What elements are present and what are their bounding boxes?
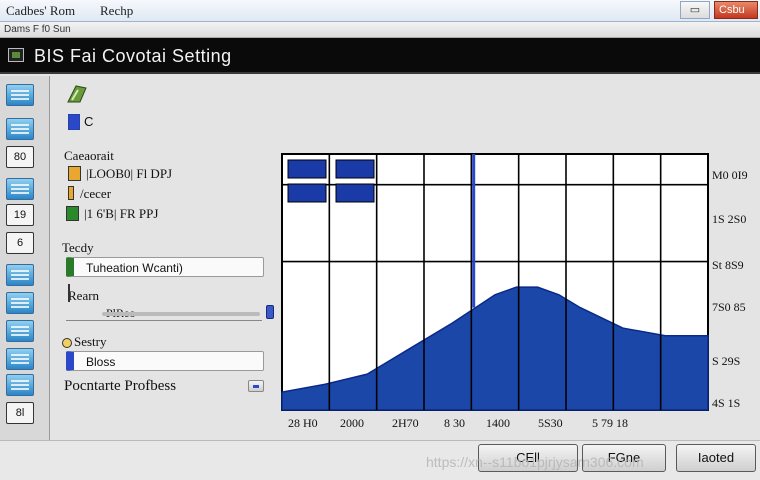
sidebar-monitor-icon[interactable] — [6, 320, 34, 342]
y-tick-label: S 29S — [712, 354, 741, 368]
outer-title-bar: Cadbes' Rom Rechp ▭ Csbu — [0, 0, 760, 22]
sestry-field[interactable]: Bloss — [66, 351, 264, 371]
chart-plot — [281, 153, 709, 411]
x-tick-label: 28 H0 — [288, 416, 318, 430]
sidebar-item-8l[interactable]: 8l — [6, 402, 34, 424]
option-marker — [68, 186, 74, 200]
x-tick-label: 5S30 — [538, 416, 563, 430]
section-label-tecdy: Tecdy — [62, 240, 94, 255]
settings-panel: C Caeaorait |LOOB0| Fl DPJ /cecer |1 6'B… — [52, 76, 278, 440]
y-tick-label: 4S 1S — [712, 396, 741, 410]
sidebar-item-80[interactable]: 80 — [6, 146, 34, 168]
chart: M0 0I9 1S 2S0 St 8S9 7S0 85 S 29S 4S 1S 28 H0… — [280, 150, 760, 440]
x-tick-label: 8 30 — [444, 416, 465, 430]
pc-label: C — [84, 114, 94, 129]
minimize-button[interactable]: ▭ — [680, 1, 710, 19]
sidebar-monitor-icon[interactable] — [6, 264, 34, 286]
x-tick-label: 5 79 18 — [592, 416, 628, 430]
sidebar-monitor-icon[interactable] — [6, 178, 34, 200]
slider-track[interactable] — [102, 312, 260, 316]
tuheation-field[interactable]: Tuheation Wcanti) — [66, 257, 264, 277]
option-1-value: |LOOB0| Fl DPJ — [86, 166, 173, 181]
sidebar-monitor-icon[interactable] — [6, 84, 34, 106]
iaoted-button[interactable]: Iaoted — [676, 444, 756, 472]
legend-block — [335, 159, 375, 179]
sidebar-monitor-icon[interactable] — [6, 348, 34, 370]
slider-thumb[interactable] — [266, 305, 274, 319]
y-tick-label: 7S0 85 — [712, 300, 746, 314]
sidebar-monitor-icon[interactable] — [6, 118, 34, 140]
outer-title-left: Cadbes' Rom — [6, 3, 76, 18]
app-icon — [8, 48, 24, 62]
sidebar-monitor-icon[interactable] — [6, 292, 34, 314]
y-tick-label: 1S 2S0 — [712, 212, 747, 226]
outer-title-right: Rechp — [100, 3, 134, 18]
legend-block — [287, 183, 327, 203]
window-title: BIS Fai Covotai Setting — [34, 46, 232, 66]
x-tick-label: 1400 — [486, 416, 510, 430]
menu-strip: Dams F f0 Sun — [0, 22, 760, 38]
option-checkbox-2[interactable] — [66, 206, 79, 221]
pc-indicator-icon — [68, 114, 80, 130]
info-dot-icon — [62, 338, 72, 348]
window-title-bar: BIS Fai Covotai Setting — [0, 38, 760, 74]
close-button[interactable]: Csbu — [714, 1, 758, 19]
option-2-label: /cecer — [80, 186, 112, 201]
legend-block — [335, 183, 375, 203]
legend-block — [287, 159, 327, 179]
menu-strip-text: Dams F f0 Sun — [4, 24, 71, 35]
section-label-sestry: Sestry — [74, 334, 107, 349]
profile-label: Pocntarte Profbess — [64, 378, 177, 394]
x-tick-label: 2H70 — [392, 416, 419, 430]
y-tick-label: St 8S9 — [712, 258, 744, 272]
section-label-rearn: Rearn — [68, 288, 100, 303]
divider — [66, 320, 262, 321]
sidebar-item-19[interactable]: 19 — [6, 204, 34, 226]
sidebar-monitor-icon[interactable] — [6, 374, 34, 396]
option-2-value: |1 6'B| FR PPJ — [84, 206, 159, 221]
option-checkbox-1[interactable] — [68, 166, 81, 181]
slider-vertical-tick — [68, 284, 70, 302]
sidebar: 80 19 6 8l — [0, 76, 50, 440]
x-tick-label: 2000 — [340, 416, 364, 430]
profile-dropdown-button[interactable] — [248, 380, 264, 392]
tuheation-field-value: Tuheation Wcanti) — [86, 261, 183, 275]
sidebar-item-6[interactable]: 6 — [6, 232, 34, 254]
y-tick-label: M0 0I9 — [712, 168, 748, 182]
section-label-caeaorait: Caeaorait — [64, 148, 114, 163]
sestry-field-value: Bloss — [86, 355, 116, 369]
gauge-icon — [67, 85, 87, 103]
watermark-text: https://xn--s11bo1pjrjysarn306.com — [426, 454, 644, 470]
